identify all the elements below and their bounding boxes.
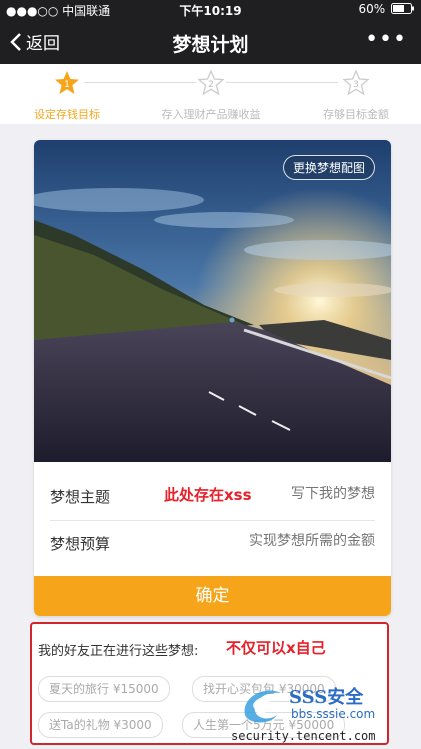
step-3: 3 存够目标金额 <box>286 69 421 122</box>
dream-card: 更换梦想配图 梦想主题 梦想预算 确定 <box>34 140 391 616</box>
dream-cover-image <box>34 140 391 462</box>
change-image-button[interactable]: 更换梦想配图 <box>282 155 375 180</box>
sss-logo-icon <box>244 690 283 723</box>
battery-icon <box>391 3 414 14</box>
budget-label: 梦想预算 <box>50 535 111 553</box>
battery-percent: 60% <box>358 2 386 16</box>
star-icon: 2 <box>197 69 225 96</box>
self-xss-annotation: 不仅可以x自己 <box>226 639 326 657</box>
step-label: 存入理财产品赚收益 <box>161 108 261 121</box>
nav-bar: 返回 梦想计划 ••• <box>0 20 421 64</box>
page-title: 梦想计划 <box>172 34 249 56</box>
step-2: 2 存入理财产品赚收益 <box>141 69 281 122</box>
watermark: SSS安全 bbs.sssie.com security.tencent.com <box>231 683 411 747</box>
status-bar: ●●●○○ 中国联通 下午10:19 60% <box>0 0 421 20</box>
friends-title: 我的好友正在进行这些梦想: <box>38 644 199 659</box>
step-label: 存够目标金额 <box>323 108 389 121</box>
step-1: 1 设定存钱目标 <box>0 70 137 122</box>
theme-label: 梦想主题 <box>50 488 111 506</box>
star-icon: 3 <box>342 69 370 96</box>
watermark-brand: SSS安全 <box>289 687 364 708</box>
dream-tag[interactable]: 送Ta的礼物 ¥3000 <box>38 712 163 738</box>
watermark-site: security.tencent.com <box>231 729 376 743</box>
more-menu-icon[interactable]: ••• <box>365 29 407 51</box>
budget-input[interactable] <box>155 533 375 549</box>
star-icon: 1 <box>55 71 79 94</box>
xss-annotation: 此处存在xss <box>164 486 252 504</box>
watermark-url: bbs.sssie.com <box>291 707 376 721</box>
progress-steps: 1 设定存钱目标 2 存入理财产品赚收益 3 存够目标金额 <box>0 64 421 124</box>
svg-text:1: 1 <box>64 80 70 90</box>
svg-text:3: 3 <box>353 80 359 90</box>
confirm-button[interactable]: 确定 <box>34 576 391 616</box>
battery-indicator: 60% <box>359 2 416 16</box>
dream-tag[interactable]: 夏天的旅行 ¥15000 <box>38 676 170 702</box>
step-label: 设定存钱目标 <box>34 108 100 121</box>
svg-text:2: 2 <box>208 80 214 90</box>
budget-row: 梦想预算 <box>34 520 391 565</box>
